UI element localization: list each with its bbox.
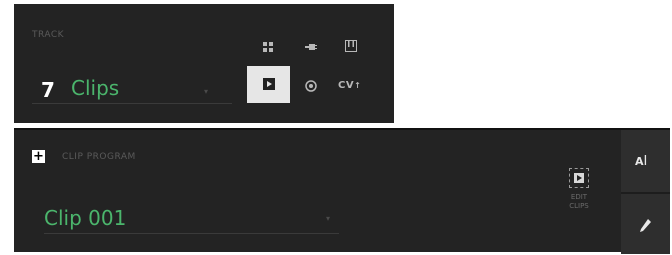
clip-program-name[interactable]: Clip 001 [44,206,126,230]
clip-program-panel: + CLIP PROGRAM Clip 001 ▾ EDIT CLIPS AI [14,128,670,254]
side-separator [621,192,670,194]
track-underline [32,103,232,104]
plugin-icon[interactable] [303,39,319,55]
clip-program-section-label: CLIP PROGRAM [62,152,136,162]
track-name[interactable]: Clips [71,76,119,100]
pencil-icon[interactable] [639,218,651,237]
clips-track-button[interactable] [247,66,290,103]
cv-button[interactable]: CV↑ [338,80,361,91]
track-dropdown-chevron-icon[interactable]: ▾ [204,87,208,96]
clips-icon [262,75,275,94]
edit-clips-label[interactable]: EDIT CLIPS [559,193,599,211]
program-dropdown-chevron-icon[interactable]: ▾ [326,214,330,223]
keygroup-icon[interactable] [343,38,359,54]
add-program-icon[interactable]: + [32,150,45,163]
drum-pads-icon[interactable] [260,39,276,55]
track-section-label: TRACK [32,30,65,40]
rename-text-button[interactable]: AI [635,154,647,169]
side-tool-strip: AI [621,130,670,254]
program-underline [44,233,339,234]
track-number: 7 [41,78,55,102]
audio-icon[interactable] [303,78,319,94]
track-panel: TRACK 7 Clips ▾ CV↑ [14,4,394,123]
edit-clips-icon[interactable] [569,168,589,188]
